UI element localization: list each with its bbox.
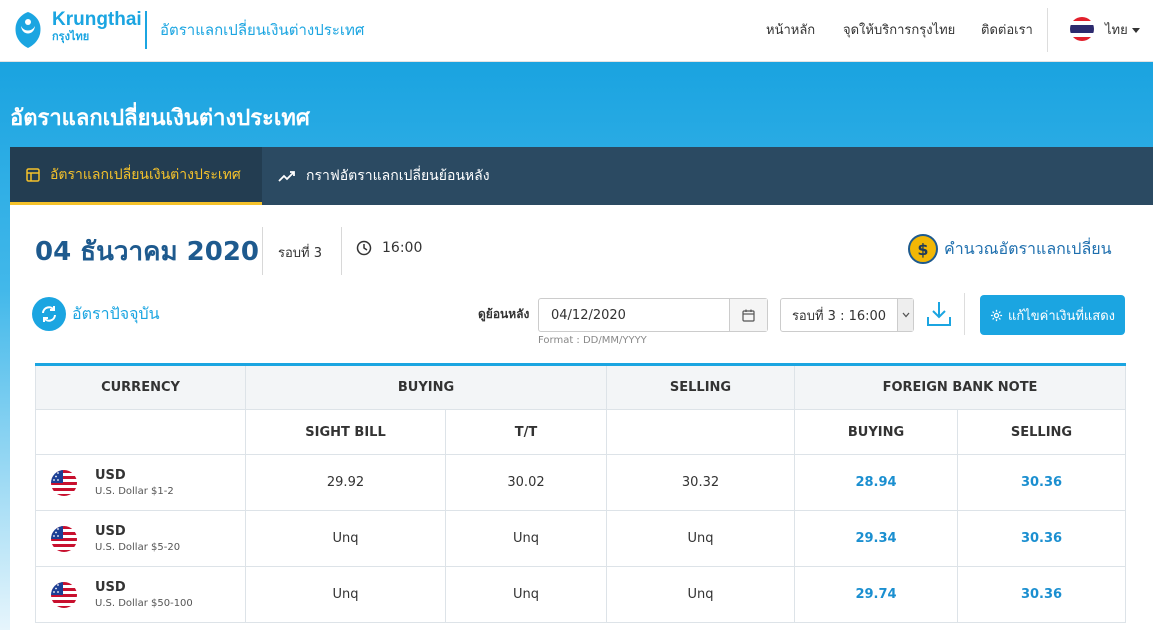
trending-up-icon: [278, 171, 295, 182]
top-navbar: Krungthai กรุงไทย อัตราแลกเปลี่ยนเงินต่า…: [0, 0, 1153, 62]
fbn-selling-value: 30.36: [957, 510, 1127, 567]
currency-name: U.S. Dollar $50-100: [95, 598, 193, 609]
header-divider: [145, 11, 147, 49]
calendar-button[interactable]: [729, 299, 767, 331]
currency-cell: USD U.S. Dollar $50-100: [35, 566, 246, 623]
currency-name: U.S. Dollar $5-20: [95, 542, 181, 553]
summary-divider: [262, 227, 263, 275]
table-icon: [26, 167, 40, 182]
coin-icon: $: [908, 234, 938, 264]
column-header-buying: BUYING: [244, 364, 608, 410]
tab-label: อัตราแลกเปลี่ยนเงินต่างประเทศ: [50, 166, 241, 183]
date-picker: [538, 298, 768, 332]
us-flag-icon: [51, 581, 77, 608]
round-select-value: รอบที่ 3 : 16:00: [791, 308, 887, 324]
rate-time-value: 16:00: [382, 240, 423, 256]
selling-value: 30.32: [606, 454, 796, 511]
brand-logo[interactable]: Krungthai กรุงไทย: [52, 9, 142, 43]
currency-cell: USD U.S. Dollar $1-2: [35, 454, 246, 511]
rate-round: รอบที่ 3: [278, 246, 323, 261]
column-header-sight-bill: SIGHT BILL: [245, 409, 446, 455]
sight-bill-value: Unq: [245, 566, 446, 623]
tt-value: Unq: [444, 566, 608, 623]
nav-home-link[interactable]: หน้าหลัก: [766, 19, 815, 40]
column-header-fbn-selling: SELLING: [957, 409, 1127, 455]
language-label: ไทย: [1105, 23, 1128, 38]
current-rate-label: อัตราปัจจุบัน: [72, 303, 160, 323]
calculate-rate-label: คำนวณอัตราแลกเปลี่ยน: [944, 238, 1112, 258]
tt-value: 30.02: [444, 454, 608, 511]
tab-label: กราฟอัตราแลกเปลี่ยนย้อนหลัง: [306, 168, 490, 184]
brand-name-en: Krungthai: [52, 9, 142, 30]
currency-cell: USD U.S. Dollar $5-20: [35, 510, 246, 567]
sight-bill-value: Unq: [245, 510, 446, 567]
table-header-row: CURRENCY BUYING SELLING FOREIGN BANK NOT…: [35, 364, 1127, 410]
table-row: USD U.S. Dollar $1-2 29.92 30.02 30.32 2…: [35, 454, 1127, 511]
round-select[interactable]: รอบที่ 3 : 16:00: [780, 298, 914, 332]
table-row: USD U.S. Dollar $5-20 Unq Unq Unq 29.34 …: [35, 510, 1127, 567]
tab-exchange-rates[interactable]: อัตราแลกเปลี่ยนเงินต่างประเทศ: [10, 147, 262, 205]
tab-historical-chart[interactable]: กราฟอัตราแลกเปลี่ยนย้อนหลัง: [278, 147, 490, 205]
edit-currencies-button[interactable]: แก้ไขค่าเงินที่แสดง: [980, 295, 1125, 335]
header-section-title: อัตราแลกเปลี่ยนเงินต่างประเทศ: [160, 21, 365, 39]
column-header-fbn-buying: BUYING: [794, 409, 959, 455]
download-icon[interactable]: [926, 300, 952, 328]
chevron-down-icon: [1131, 28, 1140, 33]
nav-contact-link[interactable]: ติดต่อเรา: [981, 19, 1033, 40]
us-flag-icon: [51, 469, 77, 496]
calculate-rate-link[interactable]: $ คำนวณอัตราแลกเปลี่ยน: [908, 234, 1112, 264]
table-row: USD U.S. Dollar $50-100 Unq Unq Unq 29.7…: [35, 566, 1127, 623]
currency-code: USD: [95, 580, 126, 595]
nav-divider: [1047, 8, 1048, 52]
page-title: อัตราแลกเปลี่ยนเงินต่างประเทศ: [10, 106, 310, 131]
sight-bill-value: 29.92: [245, 454, 446, 511]
thai-flag-icon[interactable]: [1070, 17, 1094, 41]
refresh-icon: [32, 297, 66, 331]
table-subheader-row: SIGHT BILL T/T BUYING SELLING: [35, 409, 1127, 455]
tab-bar: อัตราแลกเปลี่ยนเงินต่างประเทศ กราฟอัตราแ…: [10, 147, 1153, 205]
date-input[interactable]: [539, 299, 729, 331]
exchange-rates-table: CURRENCY BUYING SELLING FOREIGN BANK NOT…: [35, 363, 1127, 623]
edit-currencies-label: แก้ไขค่าเงินที่แสดง: [1007, 308, 1116, 324]
currency-code: USD: [95, 468, 126, 483]
fbn-buying-value: 29.34: [794, 510, 959, 567]
tt-value: Unq: [444, 510, 608, 567]
currency-code: USD: [95, 524, 126, 539]
gear-icon: [990, 309, 1003, 321]
controls-divider: [964, 293, 965, 335]
column-header-currency: CURRENCY: [35, 364, 246, 410]
clock-icon: [356, 240, 372, 256]
rates-card: 04 ธันวาคม 2020 รอบที่ 3 16:00 $ คำนวณอั…: [10, 205, 1153, 630]
column-subheader-empty: [606, 409, 796, 455]
summary-divider: [341, 227, 342, 275]
brand-name-th: กรุงไทย: [52, 30, 90, 43]
chevron-down-icon: [897, 299, 913, 331]
rate-time: 16:00: [356, 240, 422, 256]
currency-name: U.S. Dollar $1-2: [95, 486, 174, 497]
us-flag-icon: [51, 525, 77, 552]
column-subheader-empty: [35, 409, 246, 455]
rate-date: 04 ธันวาคม 2020: [35, 237, 260, 267]
nav-branches-link[interactable]: จุดให้บริการกรุงไทย: [843, 19, 955, 40]
current-rate-link[interactable]: อัตราปัจจุบัน: [32, 297, 160, 331]
krungthai-logo-icon[interactable]: [10, 10, 46, 50]
fbn-buying-value: 29.74: [794, 566, 959, 623]
date-format-hint: Format : DD/MM/YYYY: [538, 335, 647, 346]
fbn-selling-value: 30.36: [957, 454, 1127, 511]
column-header-foreign-bank-note: FOREIGN BANK NOTE: [794, 364, 1127, 410]
language-selector[interactable]: ไทย: [1105, 19, 1140, 40]
column-header-tt: T/T: [444, 409, 608, 455]
calendar-icon: [742, 309, 755, 322]
column-header-selling: SELLING: [606, 364, 796, 410]
fbn-selling-value: 30.36: [957, 566, 1127, 623]
selling-value: Unq: [606, 566, 796, 623]
fbn-buying-value: 28.94: [794, 454, 959, 511]
selling-value: Unq: [606, 510, 796, 567]
lookback-label: ดูย้อนหลัง: [478, 307, 530, 321]
